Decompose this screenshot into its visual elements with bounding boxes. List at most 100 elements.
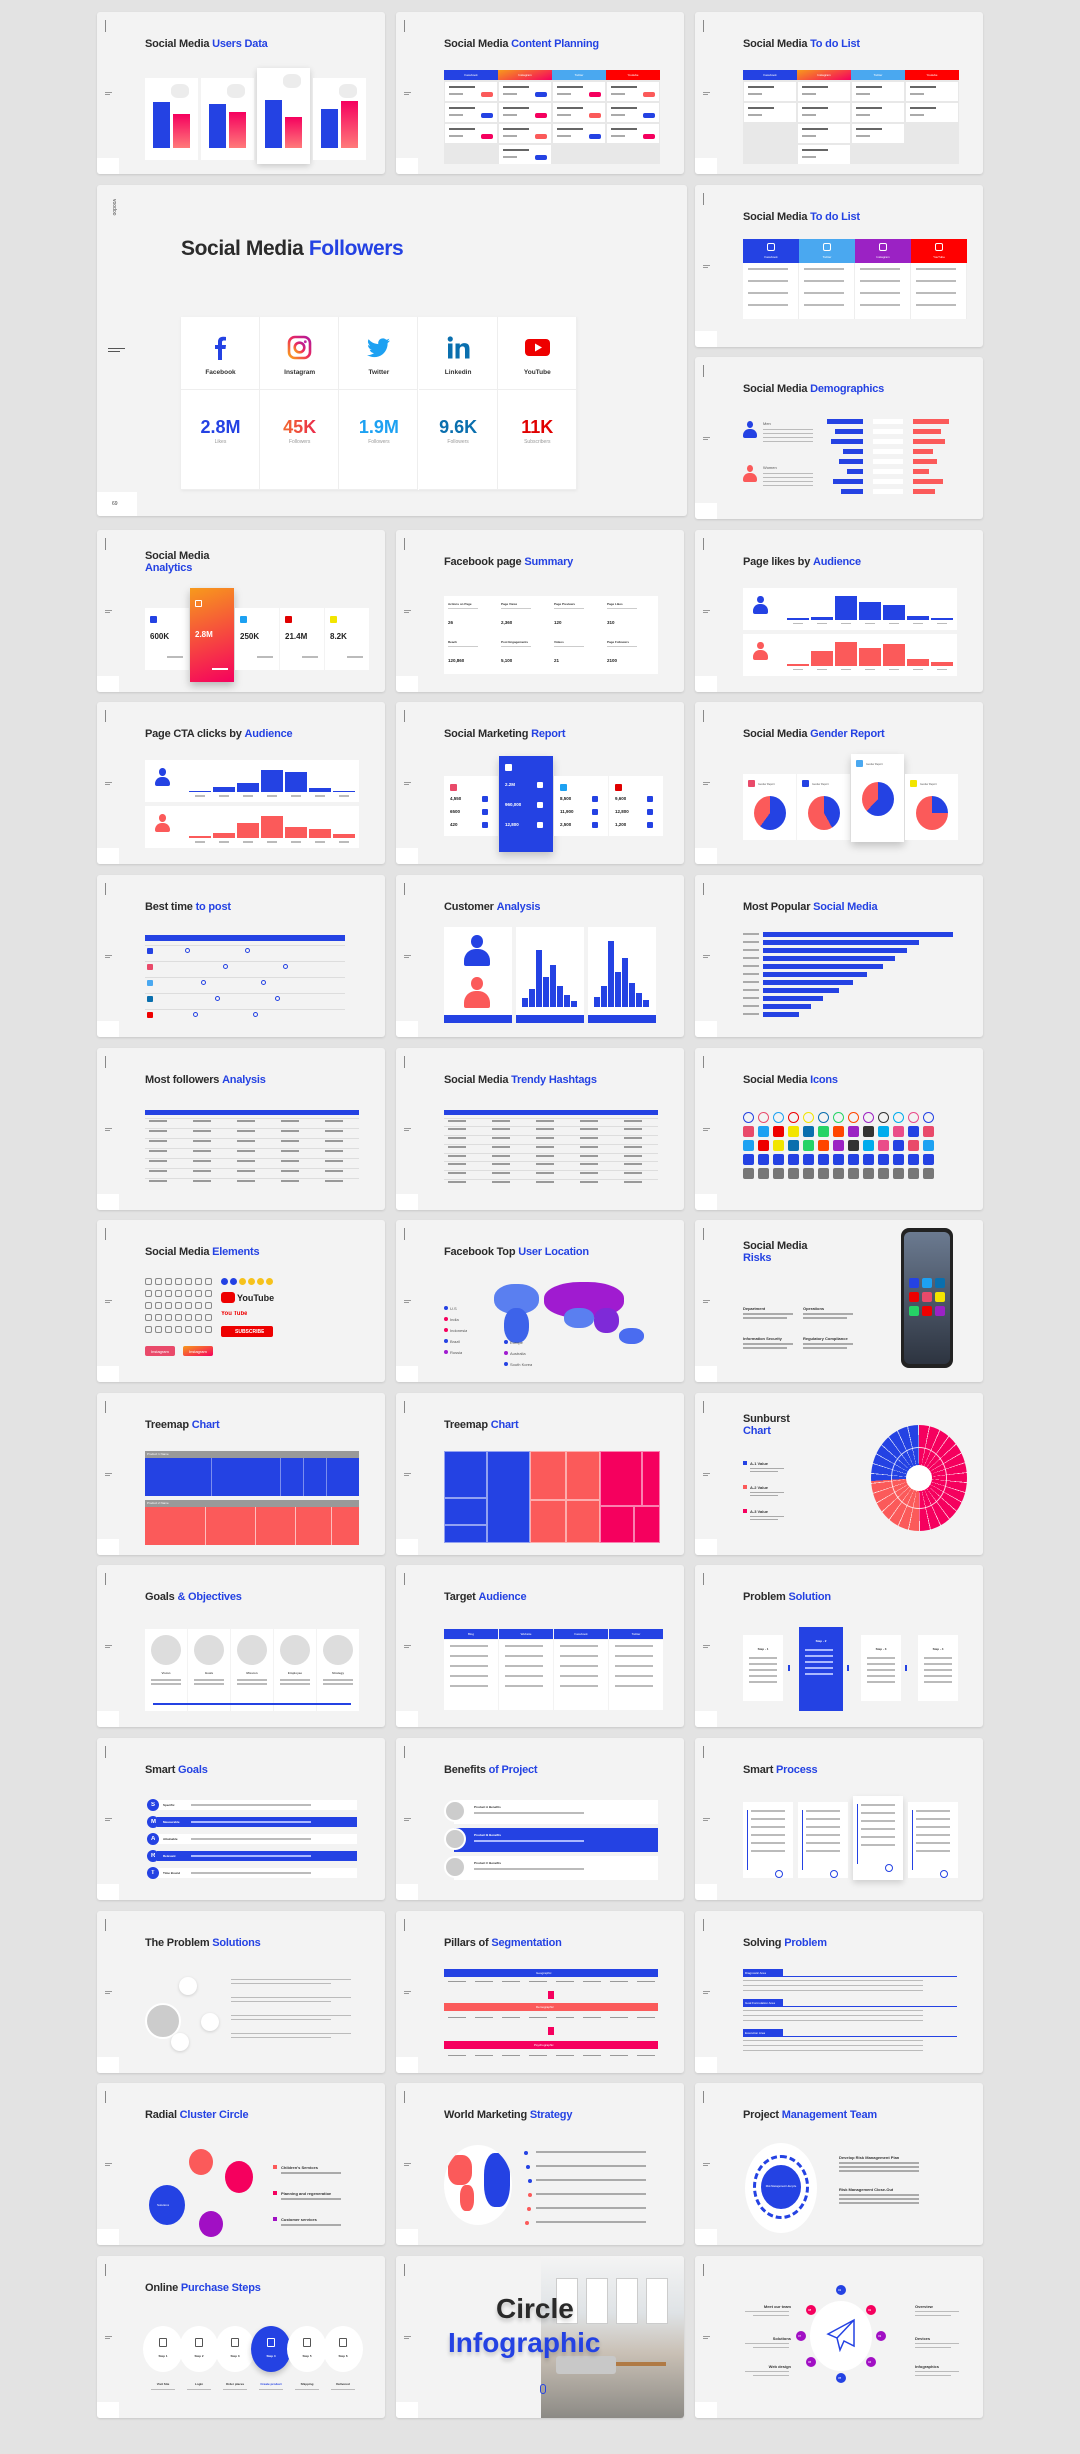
network-cell[interactable]: Instagram xyxy=(260,317,340,390)
slide-thumbnail[interactable]: Social Media Risks Department Operations In… xyxy=(695,1220,983,1383)
area-text xyxy=(743,1984,923,1987)
stat-card: 600K xyxy=(145,607,189,670)
slide-title: Treemap Chart xyxy=(444,1419,519,1431)
step-circle: Step 2 xyxy=(179,2325,219,2372)
title-main: Social Media xyxy=(181,237,309,260)
cell-text xyxy=(325,1129,343,1132)
slide-thumbnail[interactable]: Social Media To do List Facebook Twitter In… xyxy=(695,184,983,347)
benefit-label: Product C Benefits xyxy=(474,1861,502,1865)
text-line xyxy=(560,1655,598,1657)
info-text xyxy=(745,2370,789,2373)
slide-thumbnail[interactable]: Pillars of Segmentation Geographic Demogra… xyxy=(396,1910,684,2073)
social-icon xyxy=(863,1125,874,1137)
network-cell[interactable]: Linkedin xyxy=(418,317,498,390)
network-cell[interactable]: Twitter xyxy=(339,317,419,390)
process-text xyxy=(806,1818,840,1820)
slide-thumbnail[interactable]: Project Management Team Risk Management L… xyxy=(695,2083,983,2246)
slide-thumbnail[interactable]: Most Popular Social Media xyxy=(695,875,983,1037)
bar-label xyxy=(873,489,903,495)
slide-thumbnail[interactable]: Smart Process xyxy=(695,1738,983,1900)
bar xyxy=(309,829,331,839)
title-main: Online xyxy=(145,2281,181,2294)
task-line xyxy=(804,267,844,270)
slide-thumbnail[interactable]: Treemap Chart Product 1 Name Product 2 Nam… xyxy=(97,1392,385,1555)
slide-thumbnail[interactable]: Treemap Chart xyxy=(396,1392,684,1555)
row-line xyxy=(145,945,345,946)
age-label xyxy=(267,841,277,843)
outline-icon xyxy=(205,1326,212,1334)
bar xyxy=(261,770,283,793)
slide-thumbnail[interactable]: Problem Solution Step - 1 Step - 2 Step - 3… xyxy=(695,1565,983,1728)
slide-thumbnail[interactable]: Social Media To do List Facebook Instagram… xyxy=(695,12,983,174)
slide-thumbnail[interactable]: Online Purchase Steps Step 1 Visit Site Ste… xyxy=(97,2255,385,2418)
bar xyxy=(571,1001,577,1007)
slide-thumbnail[interactable]: Target Audience Blog Website Facebook Twitte… xyxy=(396,1565,684,1728)
slide-thumbnail[interactable]: Social Media Trendy Hashtags xyxy=(396,1047,684,1210)
slide-thumbnail[interactable]: Sunburst Chart A-1 Value A-2 Value A-3 Valu… xyxy=(695,1392,983,1555)
badge-number: 02 xyxy=(868,2307,872,2312)
network-cell[interactable]: YouTube xyxy=(497,317,577,390)
region-card xyxy=(201,78,254,160)
slide-thumbnail[interactable]: Circle Infographic xyxy=(396,2255,684,2418)
network-cell[interactable]: Facebook xyxy=(181,317,260,390)
slide-thumbnail[interactable]: Radial Cluster Circle Solutions Children's… xyxy=(97,2083,385,2246)
social-icon xyxy=(788,1153,799,1165)
bar xyxy=(763,980,853,985)
item-label: Children's Services xyxy=(281,2165,318,2171)
slide-thumbnail[interactable]: Facebook page Summary Actions on Page 26 Pa… xyxy=(396,529,684,692)
slide-thumbnail[interactable]: Page likes by Audience xyxy=(695,529,983,692)
head xyxy=(746,421,754,429)
slide-title: Social Marketing Report xyxy=(444,728,566,740)
plan-text xyxy=(839,2162,919,2164)
slide-thumbnail[interactable]: Social Media Users Data xyxy=(97,12,385,174)
slide-thumbnail[interactable]: Facebook Top User Location U.S India Indone… xyxy=(396,1220,684,1383)
social-icon xyxy=(833,1111,844,1123)
slide-thumbnail[interactable]: Goals & Objectives Vision Goals Mission Empl… xyxy=(97,1565,385,1728)
item-label: Customer services xyxy=(281,2217,317,2223)
slide-thumbnail[interactable]: Social Media Gender Report Gender Report G… xyxy=(695,702,983,865)
treemap-block xyxy=(600,1450,642,1506)
page-number-box xyxy=(396,1021,418,1037)
slide-thumbnail[interactable]: Social Media Demographics Men Women xyxy=(695,357,983,520)
cell-text xyxy=(580,1154,598,1157)
slide-thumbnail[interactable]: Most followers Analysis xyxy=(97,1047,385,1210)
step-number: Step 3 xyxy=(230,2353,240,2358)
title-main: The Problem xyxy=(145,1936,213,1949)
info-text xyxy=(915,2310,959,2313)
cell-text xyxy=(149,1159,167,1162)
cell-text xyxy=(448,1119,466,1122)
area-line xyxy=(743,2035,957,2037)
slide-thumbnail[interactable]: Customer Analysis xyxy=(396,875,684,1037)
step-label: Step - 2 xyxy=(815,1639,827,1644)
slide-thumbnail[interactable]: World Marketing Strategy xyxy=(396,2083,684,2246)
slide-thumbnail[interactable]: Social Media Elements YouTube You Tube SUBS… xyxy=(97,1220,385,1383)
slide-thumbnail[interactable]: Social Media Analytics 600K 2.8M 250K 21.4M 8… xyxy=(97,529,385,692)
task-line xyxy=(503,135,517,137)
metric-value: 120,860 xyxy=(448,657,465,663)
slide-thumbnail[interactable]: Solving Problem Diagnostic Area Goal Formu… xyxy=(695,1910,983,2073)
slide-thumbnail[interactable]: The Problem Solutions xyxy=(97,1910,385,2073)
slide-thumbnail[interactable]: Social Media Content Planning Facebook Ins… xyxy=(396,12,684,174)
badge-number: 08 xyxy=(808,2307,812,2312)
age-label xyxy=(219,795,229,797)
slide-content xyxy=(145,1106,371,1200)
social-icon xyxy=(788,1167,799,1179)
slide-thumbnail[interactable]: Smart Goals S Specific M Measurable A Attainab… xyxy=(97,1738,385,1900)
network-icon xyxy=(879,242,887,251)
slide-thumbnail[interactable]: Best time to post xyxy=(97,875,385,1037)
slide-side-mark xyxy=(404,1302,409,1304)
follower-count: 45K xyxy=(260,417,339,437)
emoji-icon xyxy=(239,1278,246,1286)
slide-thumbnail[interactable]: Page CTA clicks by Audience xyxy=(97,702,385,865)
featured-slide[interactable]: voodoo 69 Social Media Followers Facebook 2.… xyxy=(97,185,687,516)
task-line xyxy=(804,303,844,306)
info-text xyxy=(915,2346,951,2349)
slide-thumbnail[interactable]: 01 02 03 04 05 06 07 08 Meet our team Solutions We… xyxy=(695,2255,983,2418)
title-accent: Trendy Hashtags xyxy=(511,1073,597,1086)
page-number-box xyxy=(396,675,418,692)
bar-label xyxy=(873,429,903,435)
slide-thumbnail[interactable]: Social Marketing Report 4,550 6500 420 2.2M 9… xyxy=(396,702,684,865)
slide-thumbnail[interactable]: Benefits of Project Product A Benefits Pro… xyxy=(396,1738,684,1900)
slide-thumbnail[interactable]: Social Media Icons xyxy=(695,1047,983,1210)
line xyxy=(763,437,813,439)
